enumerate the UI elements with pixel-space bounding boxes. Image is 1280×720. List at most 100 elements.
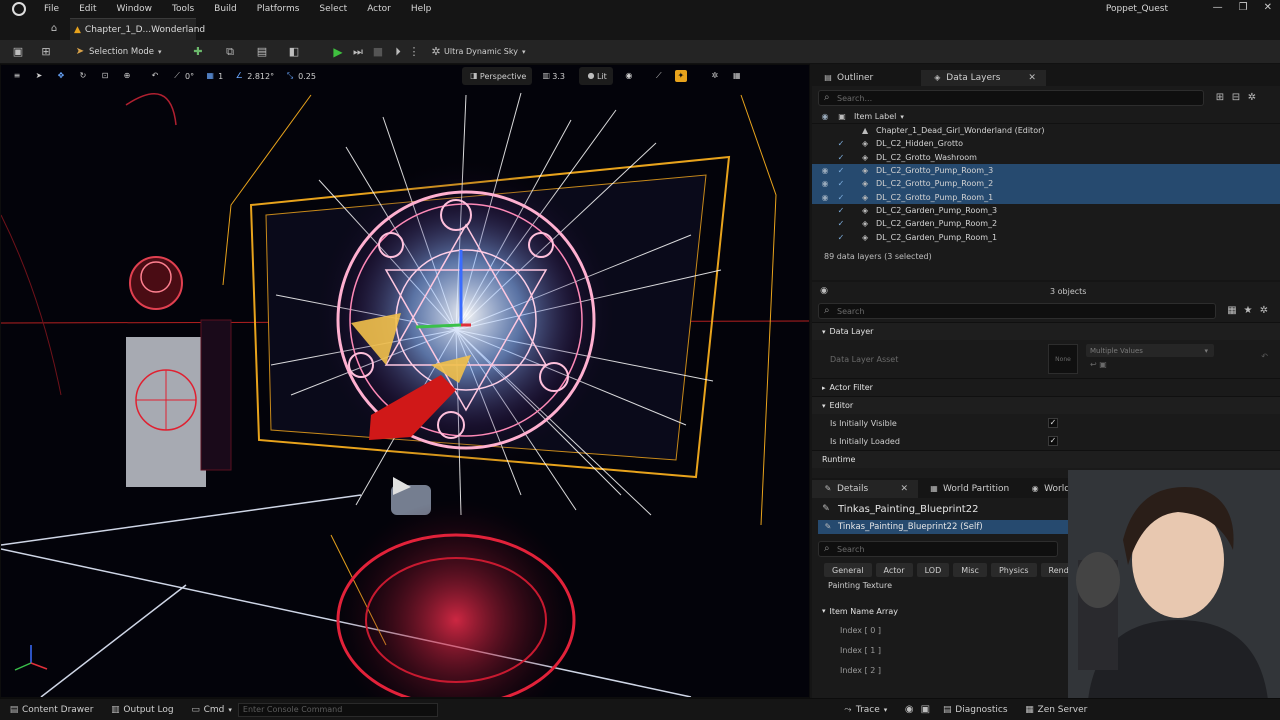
load-checkbox-icon[interactable]: ✓ [836, 219, 846, 228]
play-button[interactable]: ▶ [332, 46, 344, 58]
cmd-dropdown[interactable]: ▭ Cmd ▾ [190, 704, 232, 716]
angle-snap-icon[interactable]: ∠ [233, 70, 245, 82]
data-layer-row[interactable]: ✓ ◈ DL_C2_Garden_Pump_Room_1 [812, 230, 1280, 243]
section-data-layer[interactable]: ▾ Data Layer [812, 322, 1280, 340]
add-layer-icon[interactable]: ⊞ [1214, 92, 1226, 104]
console-command-input[interactable]: Enter Console Command [237, 702, 438, 717]
outliner-search-input[interactable]: Search... [818, 90, 1204, 106]
category-filter-button[interactable]: LOD [916, 563, 950, 577]
tree-root-row[interactable]: ▲ Chapter_1_Dead_Girl_Wonderland (Editor… [812, 124, 1280, 137]
load-checkbox-icon[interactable]: ✓ [836, 193, 846, 202]
load-checkbox-icon[interactable]: ✓ [836, 206, 846, 215]
add-actor-icon[interactable]: ✚ [192, 45, 204, 58]
zen-server-button[interactable]: ▦ Zen Server [1024, 704, 1087, 716]
restore-icon[interactable]: ❐ [1239, 2, 1248, 13]
perspective-dropdown[interactable]: ◨ Perspective [461, 67, 533, 85]
chevron-down-icon[interactable]: ▾ [522, 48, 526, 56]
level-viewport[interactable]: ≡ ➤ ✥ ↻ ⊡ ⊕ ↶ ⟋ 0° ▦ 1 ∠ 2.812° ⤡ 0.25 ◨… [0, 64, 810, 698]
menu-window[interactable]: Window [117, 4, 153, 14]
grid-snap-icon[interactable]: ⟋ [171, 70, 183, 82]
grid-view-icon[interactable]: ▦ [1226, 305, 1238, 317]
tab-world-partition[interactable]: ▦ World Partition [918, 480, 1019, 498]
output-log-button[interactable]: ▥ Output Log [109, 704, 173, 716]
settings-icon[interactable]: ✲ [1246, 92, 1258, 104]
category-filter-button[interactable]: General [824, 563, 872, 577]
menu-help[interactable]: Help [411, 4, 432, 14]
load-checkbox-icon[interactable]: ✓ [836, 166, 846, 175]
menu-platforms[interactable]: Platforms [257, 4, 300, 14]
sequencer-icon[interactable]: ▤ [256, 45, 268, 58]
category-filter-button[interactable]: Misc [953, 563, 987, 577]
category-filter-button[interactable]: Actor [875, 563, 913, 577]
menu-build[interactable]: Build [214, 4, 237, 14]
data-layer-row[interactable]: ◉ ✓ ◈ DL_C2_Grotto_Pump_Room_1 [812, 190, 1280, 204]
content-browser-icon[interactable]: ⊞ [40, 45, 52, 58]
data-layer-row[interactable]: ✓ ◈ DL_C2_Garden_Pump_Room_2 [812, 217, 1280, 230]
load-checkbox-icon[interactable]: ✓ [836, 139, 846, 148]
grid-snap-value[interactable]: 0° [185, 72, 194, 81]
record-icon[interactable]: ◉ [903, 704, 915, 716]
menu-tools[interactable]: Tools [172, 4, 194, 14]
category-filter-button[interactable]: Physics [990, 563, 1037, 577]
menu-file[interactable]: File [44, 4, 59, 14]
save-icon[interactable]: ▣ [12, 45, 24, 58]
item-label-header[interactable]: Item Label [854, 112, 896, 121]
screenshot-icon[interactable]: ▣ [919, 704, 931, 716]
close-tab-icon[interactable]: ✕ [900, 484, 908, 494]
close-icon[interactable]: ✕ [1264, 2, 1272, 13]
translate-icon[interactable]: ✥ [55, 70, 67, 82]
asset-value-dropdown[interactable]: Multiple Values ▾ [1086, 344, 1214, 357]
section-runtime[interactable]: Runtime [812, 450, 1280, 468]
minimize-icon[interactable]: — [1213, 2, 1223, 13]
selection-mode-dropdown[interactable]: ➤ Selection Mode ▾ [74, 46, 164, 58]
eject-icon[interactable]: ⏵ [392, 45, 404, 58]
favorite-icon[interactable]: ★ [1242, 305, 1254, 317]
initially-visible-checkbox[interactable]: ✓ [1048, 418, 1058, 428]
load-checkbox-icon[interactable]: ✓ [836, 179, 846, 188]
sky-gear-icon[interactable]: ✲ [430, 45, 442, 58]
realtime-icon[interactable]: ⟋ [653, 70, 665, 82]
level-tab[interactable]: ▲ Chapter_1_D...Wonderland [70, 18, 205, 40]
scale-snap-icon[interactable]: ⤡ [284, 70, 296, 82]
layer-details-search-input[interactable]: Search [818, 303, 1216, 319]
menu-select[interactable]: Select [319, 4, 347, 14]
details-search-input[interactable]: Search [818, 541, 1058, 557]
blueprint-icon[interactable]: ⧉ [224, 45, 236, 58]
browse-icon[interactable]: ↩ ▣ [1090, 360, 1107, 369]
asset-thumbnail[interactable]: None [1048, 344, 1078, 374]
data-layer-row[interactable]: ✓ ◈ DL_C2_Grotto_Washroom [812, 151, 1280, 164]
reset-icon[interactable]: ↶ [1261, 352, 1268, 361]
world-local-icon[interactable]: ⊕ [121, 70, 133, 82]
tab-details[interactable]: ✎ Details ✕ [812, 480, 918, 498]
load-checkbox-icon[interactable]: ✓ [836, 233, 846, 242]
sort-down-icon[interactable]: ▾ [900, 113, 904, 121]
diagnostics-button[interactable]: ▤ Diagnostics [941, 704, 1008, 716]
content-drawer-button[interactable]: ▤ Content Drawer [8, 704, 94, 716]
play-options-icon[interactable]: ⋮ [408, 45, 420, 58]
scale-snap-value[interactable]: 0.25 [298, 72, 316, 81]
visibility-eye-icon[interactable]: ◉ [820, 179, 830, 188]
ultra-dynamic-sky-label[interactable]: Ultra Dynamic Sky [444, 47, 518, 56]
viewport-menu-icon[interactable]: ≡ [11, 70, 23, 82]
initially-loaded-checkbox[interactable]: ✓ [1048, 436, 1058, 446]
menu-edit[interactable]: Edit [79, 4, 96, 14]
show-flags-icon[interactable]: ◉ [623, 70, 635, 82]
view-mode-dropdown[interactable]: ● Lit [578, 67, 613, 85]
section-editor[interactable]: ▾ Editor [812, 396, 1280, 414]
scale-icon[interactable]: ⊡ [99, 70, 111, 82]
visibility-eye-icon[interactable]: ◉ [820, 166, 830, 175]
select-icon[interactable]: ➤ [33, 70, 45, 82]
rotation-snap-value[interactable]: 1 [218, 72, 223, 81]
trace-dropdown[interactable]: ⤳ Trace ▾ [842, 704, 887, 716]
unreal-logo-icon[interactable] [12, 2, 26, 16]
simulate-icon[interactable]: ⏭ [352, 45, 364, 58]
data-layer-row[interactable]: ✓ ◈ DL_C2_Hidden_Grotto [812, 137, 1280, 150]
home-icon[interactable]: ⌂ [48, 23, 60, 35]
rotation-snap-icon[interactable]: ▦ [204, 70, 216, 82]
data-layer-row[interactable]: ✓ ◈ DL_C2_Garden_Pump_Room_3 [812, 204, 1280, 217]
collapse-icon[interactable]: ⊟ [1230, 92, 1242, 104]
settings-icon[interactable]: ✲ [709, 70, 721, 82]
data-layer-row[interactable]: ◉ ✓ ◈ DL_C2_Grotto_Pump_Room_2 [812, 177, 1280, 191]
surface-snap-icon[interactable]: ↶ [149, 70, 161, 82]
settings-icon[interactable]: ✲ [1258, 305, 1270, 317]
